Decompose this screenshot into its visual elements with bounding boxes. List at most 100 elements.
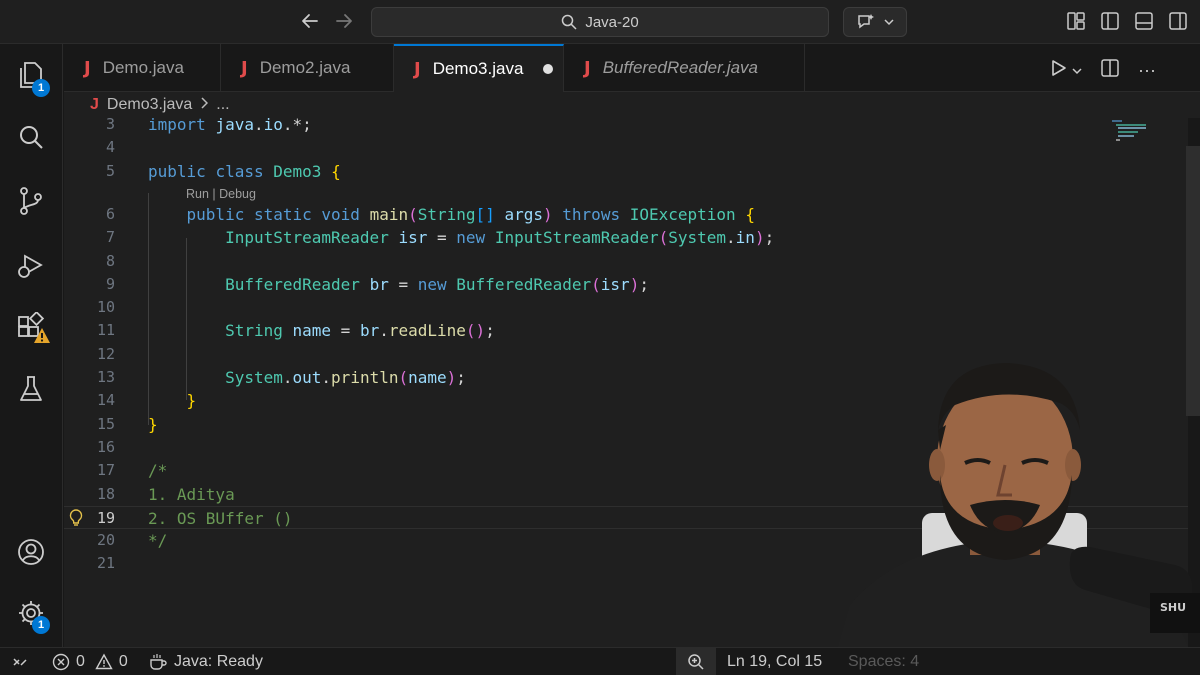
status-bar: 0 0 Java: Ready Ln 19, Col 15 Spaces: 4 (0, 647, 1200, 675)
problems-indicator[interactable]: 0 0 (52, 648, 128, 675)
breadcrumb-more[interactable]: ... (216, 96, 229, 114)
testing-flask-icon[interactable] (16, 374, 46, 404)
line-number: 7 (105, 228, 115, 247)
cursor-position-text: Ln 19, Col 15 (727, 653, 823, 670)
indentation-indicator[interactable]: Spaces: 4 (848, 648, 919, 675)
command-center-search[interactable]: Java-20 (371, 7, 829, 37)
run-debug-codelens[interactable]: Run | Debug (186, 184, 256, 204)
code-text: String name = br.readLine(); (225, 321, 495, 341)
presenter-webcam-overlay: SHU (830, 355, 1200, 675)
split-editor-icon[interactable] (1100, 58, 1120, 83)
code-line[interactable]: 5 public class Demo3 { (64, 160, 1188, 183)
tab-label: BufferedReader.java (602, 58, 759, 77)
remote-indicator[interactable] (0, 648, 40, 675)
explorer-badge: 1 (32, 79, 50, 97)
warning-count: 0 (118, 653, 128, 670)
chevron-down-icon (884, 19, 894, 26)
tab-bufferedreader-java[interactable]: J BufferedReader.java (564, 44, 805, 92)
tab-demo-java[interactable]: J Demo.java (64, 44, 221, 92)
java-status[interactable]: Java: Ready (148, 648, 263, 675)
code-line[interactable]: 10 (64, 296, 1188, 319)
code-text: InputStreamReader isr = new InputStreamR… (225, 228, 775, 248)
code-text: public static void main(String[] args) t… (186, 204, 755, 224)
code-line[interactable]: 11 String name = br.readLine(); (64, 319, 1188, 342)
error-count: 0 (76, 653, 85, 670)
search-icon[interactable] (16, 122, 46, 152)
zoom-indicator[interactable] (676, 648, 716, 675)
chat-sparkle-icon (858, 14, 874, 29)
code-text: BufferedReader br = new BufferedReader(i… (225, 274, 649, 294)
code-text: } (186, 391, 197, 411)
code-line[interactable]: 4 (64, 136, 1188, 159)
line-number: 10 (96, 298, 115, 317)
error-icon (52, 653, 70, 671)
line-number: 9 (105, 274, 115, 293)
back-arrow-icon[interactable] (298, 10, 322, 34)
toggle-secondary-sidebar-icon[interactable] (1168, 11, 1188, 31)
line-number: 18 (96, 484, 115, 503)
java-file-icon: J (84, 57, 91, 79)
warning-icon (33, 327, 51, 345)
line-number: 12 (96, 344, 115, 363)
tab-demo2-java[interactable]: J Demo2.java (221, 44, 394, 92)
code-text: } (148, 414, 158, 434)
code-line[interactable]: 9 BufferedReader br = new BufferedReader… (64, 273, 1188, 296)
java-file-icon: J (241, 57, 248, 79)
source-control-icon[interactable] (16, 186, 46, 216)
coffee-cup-icon (150, 654, 167, 670)
code-line[interactable]: 6 public static void main(String[] args)… (64, 203, 1188, 226)
line-number: 14 (96, 391, 115, 410)
code-text: import java.io.*; (148, 118, 312, 134)
line-number: 15 (96, 414, 115, 433)
run-play-icon[interactable] (1048, 58, 1068, 83)
search-text: Java-20 (585, 13, 639, 31)
line-number: 6 (105, 204, 115, 223)
java-status-text: Java: Ready (174, 653, 263, 670)
line-number: 20 (96, 531, 115, 550)
run-debug-icon[interactable] (16, 250, 46, 280)
zoom-in-icon (688, 654, 704, 670)
forward-arrow-icon[interactable] (332, 10, 356, 34)
code-line[interactable]: 3 import java.io.*; (64, 118, 1188, 136)
activity-bar: 1 1 (0, 44, 63, 647)
lightbulb-icon[interactable] (68, 509, 84, 527)
java-file-icon: J (584, 57, 591, 79)
customize-layout-icon[interactable] (1066, 11, 1086, 31)
tab-label: Demo2.java (259, 58, 351, 77)
line-number: 5 (105, 161, 115, 180)
chat-button[interactable] (843, 7, 907, 37)
chevron-down-icon[interactable] (1072, 62, 1082, 80)
line-number: 3 (105, 118, 115, 133)
warning-icon (95, 653, 113, 670)
search-icon (562, 14, 577, 30)
code-text: public class Demo3 { (148, 161, 341, 181)
line-number: 17 (96, 461, 115, 480)
java-file-icon: J (414, 58, 421, 80)
account-icon[interactable] (16, 537, 46, 567)
line-number: 11 (96, 321, 115, 340)
breadcrumb-file[interactable]: Demo3.java (107, 96, 192, 114)
title-bar: Java-20 (0, 0, 1200, 44)
code-text: /* (148, 461, 168, 481)
toggle-panel-icon[interactable] (1134, 11, 1154, 31)
indentation-text: Spaces: 4 (848, 653, 920, 670)
svg-text:SHU: SHU (1160, 601, 1186, 614)
code-line[interactable]: 7 InputStreamReader isr = new InputStrea… (64, 226, 1188, 249)
line-number: 13 (96, 368, 115, 386)
remote-icon (13, 658, 27, 666)
chevron-right-icon (200, 96, 209, 114)
unsaved-dot-icon[interactable] (543, 64, 554, 74)
tab-demo3-java[interactable]: J Demo3.java (394, 44, 564, 92)
more-actions-icon[interactable]: ··· (1138, 60, 1156, 81)
toggle-sidebar-icon[interactable] (1100, 11, 1120, 31)
line-number: 4 (105, 138, 115, 157)
line-number: 8 (105, 251, 115, 270)
cursor-position[interactable]: Ln 19, Col 15 (727, 648, 822, 675)
code-line[interactable]: 8 (64, 250, 1188, 273)
settings-badge: 1 (32, 616, 50, 634)
minimap[interactable] (1112, 118, 1152, 148)
tab-label: Demo3.java (432, 59, 524, 78)
code-text: */ (148, 531, 168, 551)
editor-tab-bar: J Demo.java J Demo2.java J Demo3.java J … (64, 44, 1200, 92)
code-text: 2. OS BUffer () (148, 508, 293, 528)
